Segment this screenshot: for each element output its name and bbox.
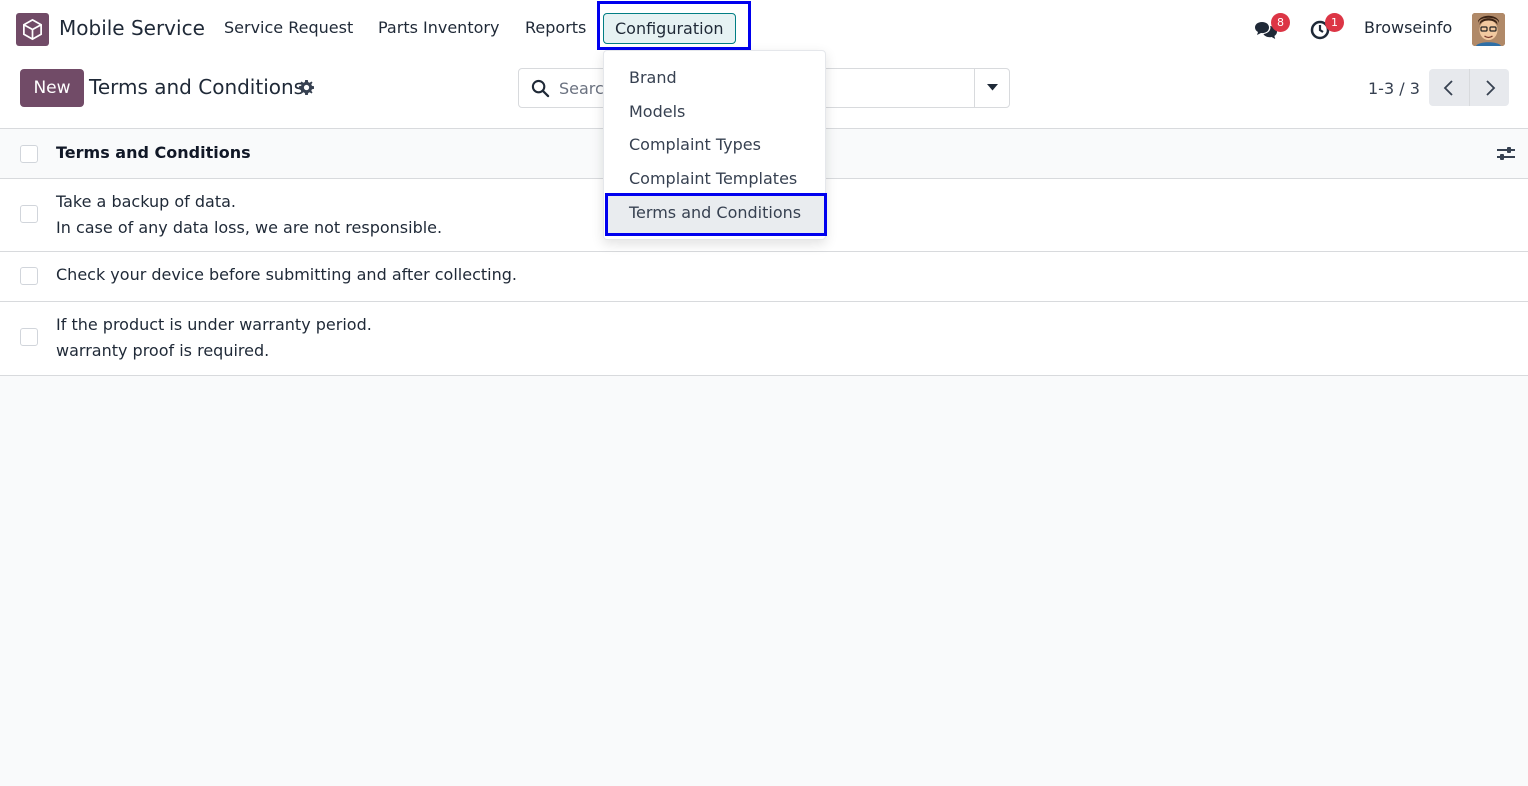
optional-columns-icon[interactable] — [1496, 145, 1516, 167]
menu-parts-inventory[interactable]: Parts Inventory — [378, 18, 499, 37]
row-text: If the product is under warranty period.… — [56, 315, 372, 360]
configuration-highlight-box — [597, 1, 751, 50]
row-text: Check your device before submitting and … — [56, 265, 517, 284]
dropdown-item-complaint-types[interactable]: Complaint Types — [629, 135, 761, 154]
new-button[interactable]: New — [20, 69, 84, 107]
pager-previous-button[interactable] — [1429, 69, 1469, 106]
terms-highlight-box — [605, 193, 827, 236]
page-title: Terms and Conditions — [89, 75, 305, 99]
row-checkbox[interactable] — [20, 328, 38, 346]
pager-next-button[interactable] — [1469, 69, 1509, 106]
row-checkbox[interactable] — [20, 205, 38, 223]
caret-down-icon — [987, 84, 998, 91]
app-name[interactable]: Mobile Service — [59, 16, 205, 40]
messages-badge: 8 — [1271, 13, 1290, 32]
row-checkbox[interactable] — [20, 267, 38, 285]
user-menu-name[interactable]: Browseinfo — [1364, 18, 1452, 37]
gear-icon[interactable] — [299, 80, 314, 99]
app-logo-icon[interactable] — [16, 13, 49, 46]
dropdown-item-complaint-templates[interactable]: Complaint Templates — [629, 169, 797, 188]
activities-badge: 1 — [1325, 13, 1344, 32]
user-avatar[interactable] — [1472, 13, 1505, 46]
select-all-checkbox[interactable] — [20, 145, 38, 163]
column-header-terms[interactable]: Terms and Conditions — [56, 143, 251, 162]
chevron-right-icon — [1486, 80, 1496, 96]
row-text: Take a backup of data. In case of any da… — [56, 192, 443, 237]
search-options-toggle[interactable] — [974, 69, 1010, 107]
dropdown-item-brand[interactable]: Brand — [629, 68, 677, 87]
top-navbar: Mobile Service Service Request Parts Inv… — [0, 0, 1528, 57]
menu-service-request[interactable]: Service Request — [224, 18, 353, 37]
menu-reports[interactable]: Reports — [525, 18, 586, 37]
table-row[interactable]: Check your device before submitting and … — [0, 252, 1528, 302]
pager-value[interactable]: 1-3 / 3 — [1368, 79, 1420, 98]
chevron-left-icon — [1443, 80, 1453, 96]
search-icon — [531, 79, 550, 102]
table-row[interactable]: If the product is under warranty period.… — [0, 302, 1528, 376]
dropdown-item-models[interactable]: Models — [629, 102, 685, 121]
